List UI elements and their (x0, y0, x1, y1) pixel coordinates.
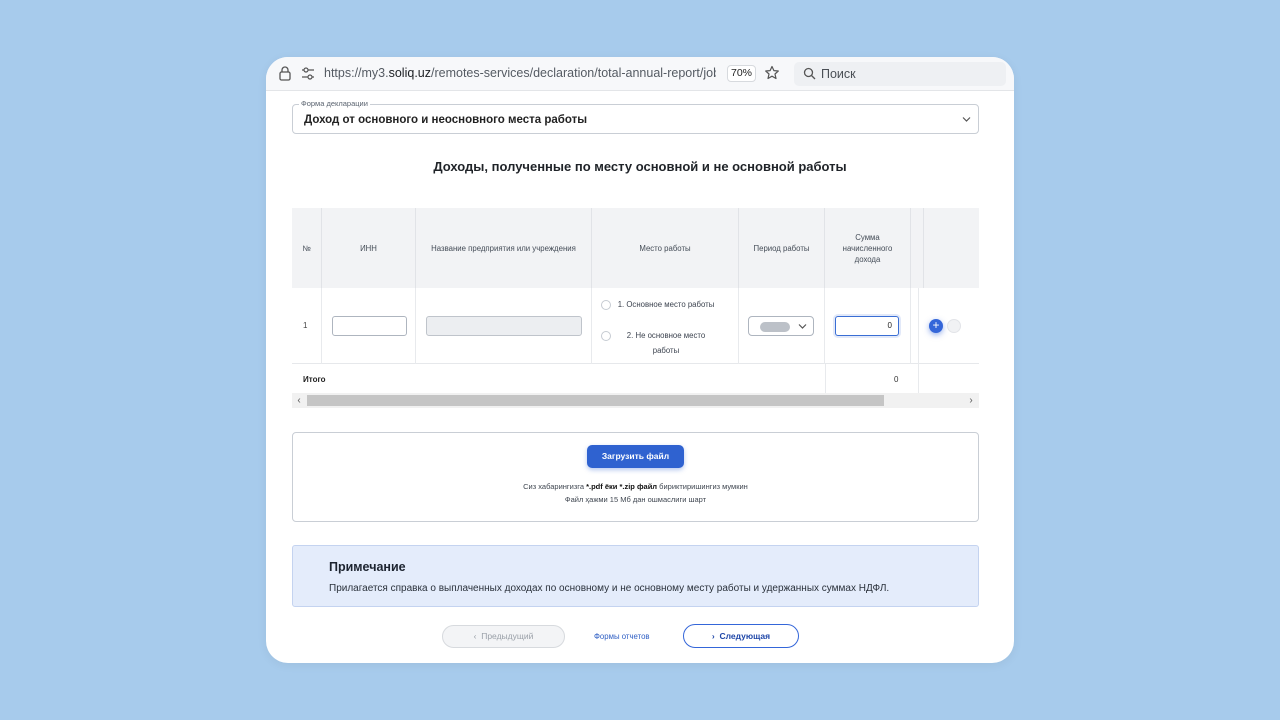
chevron-down-icon (798, 324, 807, 329)
total-value: 0 (894, 375, 899, 384)
section-title: Доходы, полученные по месту основной и н… (433, 159, 847, 174)
url-prefix: https://my3. (324, 66, 389, 80)
note-title: Примечание (329, 560, 406, 574)
browser-window: https://my3.soliq.uz/remotes-services/de… (266, 57, 1014, 663)
scrollbar-thumb[interactable] (307, 395, 884, 406)
table-footer: Итого 0 (292, 364, 979, 394)
chevron-down-icon (962, 117, 971, 122)
header-sum: Сумма начисленного дохода (825, 208, 911, 288)
table-horizontal-scrollbar[interactable]: ‹ › (292, 393, 979, 408)
header-org: Название предприятия или учреждения (416, 208, 592, 288)
income-table: № ИНН Название предприятия или учреждени… (292, 208, 979, 408)
url-domain: soliq.uz (388, 66, 431, 80)
declaration-form-value: Доход от основного и неосновного места р… (304, 114, 588, 126)
table-row: 1 1. Основное место работы 2. Не основно… (292, 288, 979, 364)
upload-hint-prefix: Сиз хабарингизга (523, 482, 587, 491)
declaration-form-label: Форма декларации (299, 99, 370, 109)
cell-org (416, 288, 592, 364)
add-row-button[interactable]: + (929, 319, 943, 333)
income-sum-input[interactable]: 0 (835, 316, 899, 336)
note-text: Прилагается справка о выплаченных дохода… (329, 583, 890, 594)
upload-hint-size: Файл ҳажми 15 Мб дан ошмаслиги шарт (564, 495, 707, 504)
inn-input[interactable] (332, 316, 407, 336)
scroll-right-icon[interactable]: › (966, 395, 976, 406)
browser-search-input[interactable]: Поиск (794, 62, 1006, 86)
header-place: Место работы (592, 208, 739, 288)
period-select[interactable] (748, 316, 814, 336)
report-forms-link[interactable]: Формы отчетов (594, 632, 650, 641)
bookmark-star-icon[interactable] (764, 65, 780, 81)
scroll-left-icon[interactable]: ‹ (294, 395, 304, 406)
cell-place: 1. Основное место работы 2. Не основное … (592, 288, 739, 364)
cell-sum: 0 (825, 288, 911, 364)
url-path: /remotes-services/declaration/total-annu… (431, 66, 716, 80)
header-period: Период работы (739, 208, 825, 288)
previous-label: Предыдущий (481, 631, 534, 641)
declaration-form-select[interactable]: Форма декларации Доход от основного и не… (292, 99, 979, 134)
header-inn: ИНН (322, 208, 416, 288)
previous-button[interactable]: ‹ Предыдущий (442, 625, 565, 648)
next-button[interactable]: › Следующая (683, 624, 799, 648)
radio-secondary-workplace-label: 2. Не основное место работы (626, 331, 706, 355)
lock-icon[interactable] (279, 66, 291, 81)
period-value (760, 322, 790, 332)
note-box: Примечание Прилагается справка о выплаче… (292, 545, 979, 607)
radio-secondary-workplace[interactable] (601, 331, 611, 341)
next-label: Следующая (719, 631, 771, 641)
cell-period (739, 288, 825, 364)
upload-hint-suffix: бириктиришингиз мумкин (657, 482, 748, 491)
search-placeholder: Поиск (821, 67, 856, 81)
site-permissions-icon[interactable] (301, 67, 315, 80)
upload-hint-formats: Сиз хабарингизга *.pdf ёки *.zip файл би… (293, 482, 978, 491)
table-header: № ИНН Название предприятия или учреждени… (292, 208, 979, 288)
total-label: Итого (303, 375, 326, 384)
radio-main-workplace-label: 1. Основное место работы (617, 300, 715, 309)
search-icon (803, 67, 816, 80)
zoom-indicator[interactable]: 70% (727, 65, 756, 82)
footer-divider (918, 364, 919, 394)
cell-num: 1 (292, 288, 322, 364)
header-spacer (911, 208, 924, 288)
row-number: 1 (303, 321, 308, 330)
cell-inn (322, 288, 416, 364)
file-upload-area: Загрузить файл Сиз хабарингизга *.pdf ёк… (292, 432, 979, 522)
cell-spacer (911, 288, 919, 364)
browser-toolbar: https://my3.soliq.uz/remotes-services/de… (266, 57, 1014, 91)
upload-hint-formats-bold: *.pdf ёки *.zip файл (586, 482, 658, 491)
header-num: № (292, 208, 322, 288)
delete-row-button[interactable] (947, 319, 961, 333)
org-name-input[interactable] (426, 316, 582, 336)
address-bar[interactable]: https://my3.soliq.uz/remotes-services/de… (324, 66, 716, 80)
radio-main-workplace[interactable] (601, 300, 611, 310)
footer-divider (825, 364, 826, 394)
upload-file-button[interactable]: Загрузить файл (587, 445, 684, 468)
